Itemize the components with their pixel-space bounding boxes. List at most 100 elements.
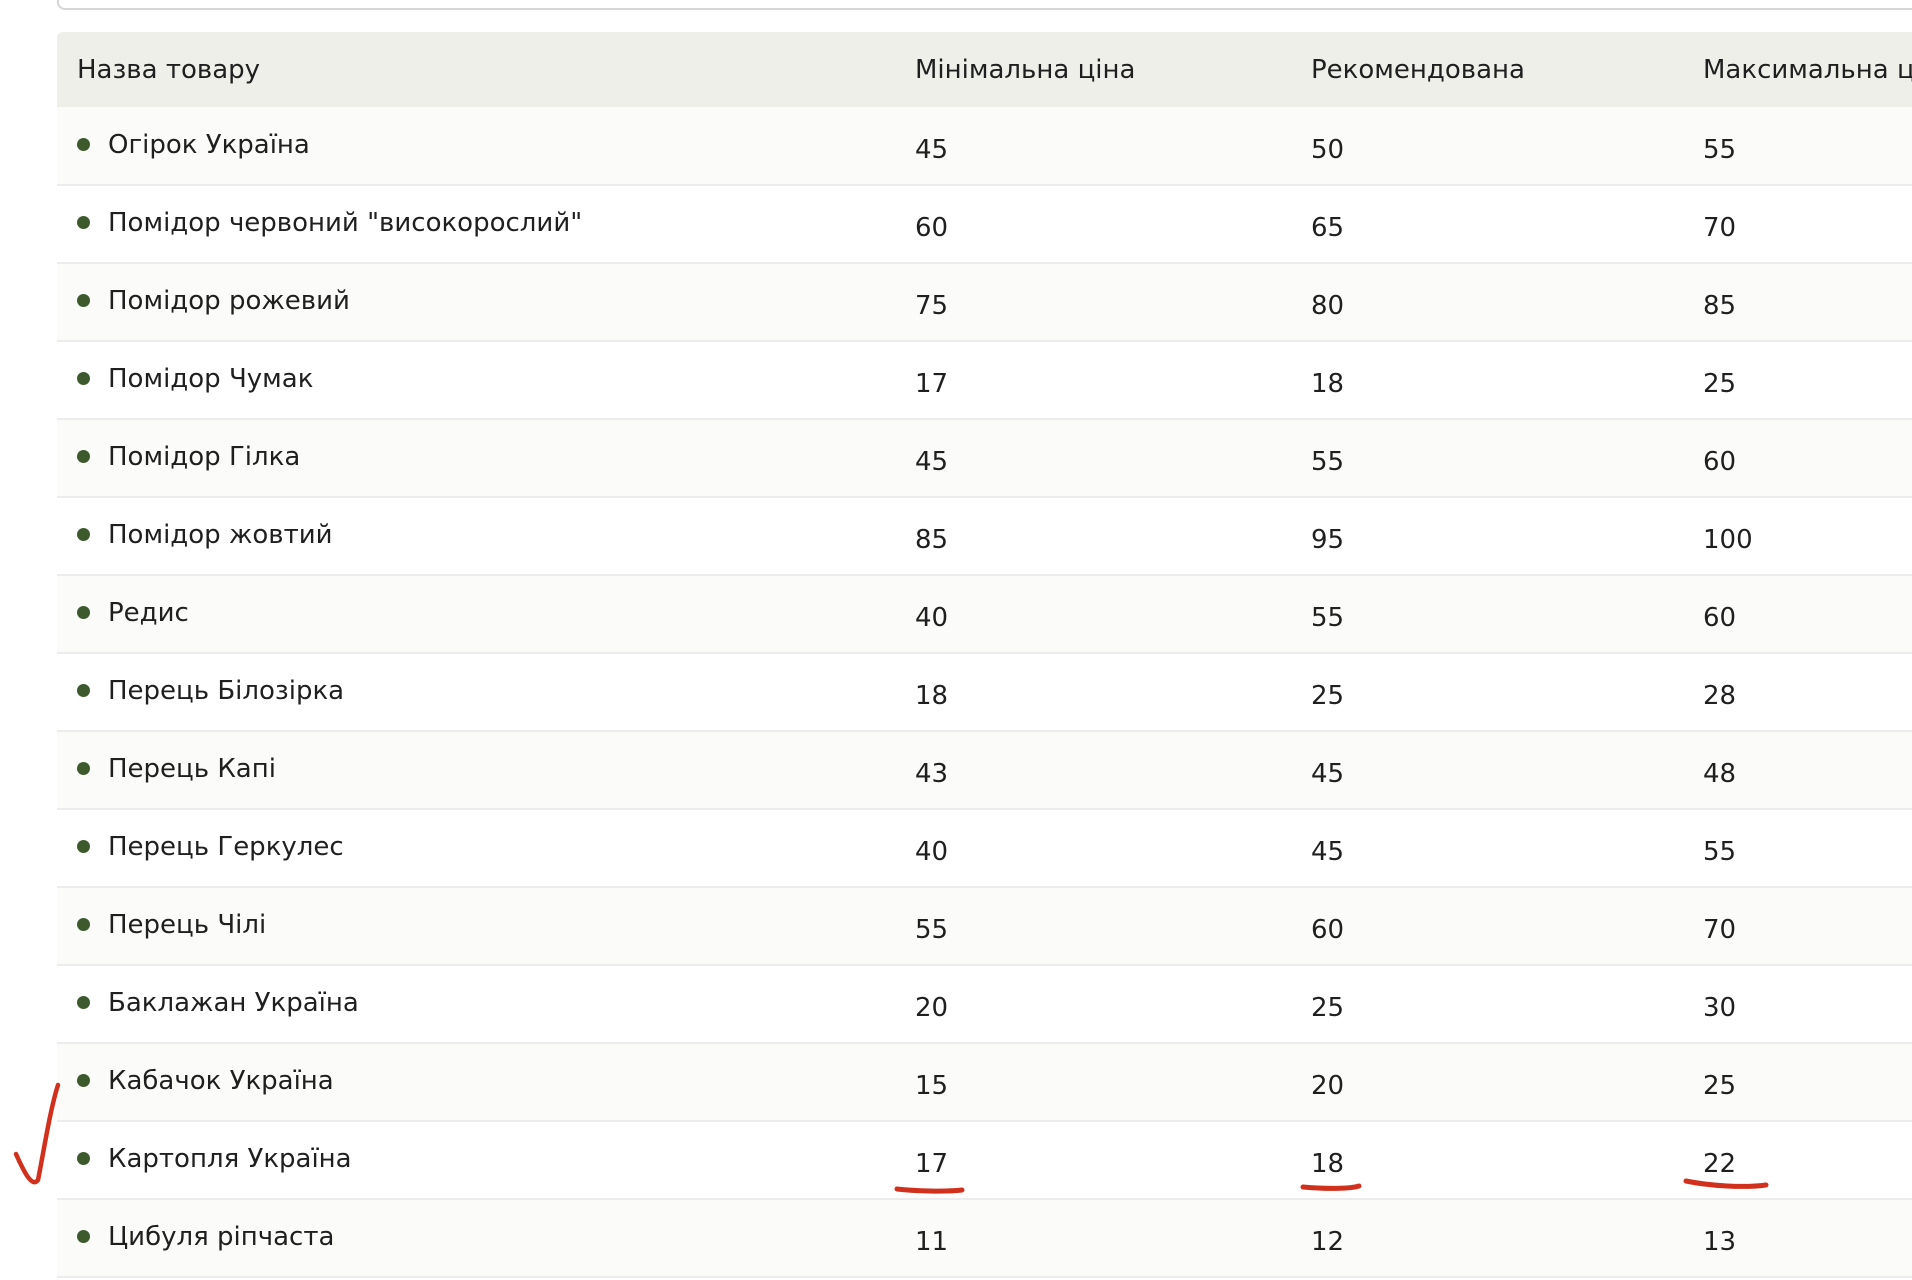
min-price-cell: 45	[895, 107, 1291, 186]
min-price-cell: 18	[895, 653, 1291, 732]
top-input-box[interactable]	[57, 0, 1912, 10]
bullet-dot-icon	[77, 372, 90, 385]
max-price-value: 13	[1703, 1227, 1737, 1257]
min-price-value: 11	[915, 1227, 949, 1257]
max-price-cell: 85	[1683, 263, 1912, 342]
bullet-dot-icon	[77, 1074, 90, 1087]
product-name: Помідор жовтий	[108, 520, 333, 550]
table-row: Цибуля ріпчаста 11 12 13	[57, 1199, 1912, 1278]
product-name-cell: Картопля Україна	[57, 1121, 895, 1200]
min-price-cell: 40	[895, 575, 1291, 654]
min-price-value: 40	[915, 603, 949, 633]
product-name: Перець Білозірка	[108, 676, 345, 706]
min-price-value: 45	[915, 447, 949, 477]
recommended-price-cell: 45	[1291, 809, 1683, 888]
product-name-cell: Перець Капі	[57, 731, 895, 810]
recommended-price-value: 25	[1311, 681, 1345, 711]
table-row: Редис 40 55 60	[57, 575, 1912, 654]
recommended-price-cell: 55	[1291, 575, 1683, 654]
table-row: Перець Капі 43 45 48	[57, 731, 1912, 810]
product-name: Редис	[108, 598, 189, 628]
recommended-price-value: 55	[1311, 447, 1345, 477]
max-price-cell: 60	[1683, 419, 1912, 498]
column-header-name: Назва товару	[57, 32, 895, 107]
min-price-value: 85	[915, 525, 949, 555]
min-price-value: 55	[915, 915, 949, 945]
recommended-price-value: 80	[1311, 291, 1345, 321]
product-name: Помідор Гілка	[108, 442, 301, 472]
max-price-cell: 55	[1683, 809, 1912, 888]
min-price-cell: 75	[895, 263, 1291, 342]
recommended-price-value: 50	[1311, 134, 1345, 165]
column-header-max-price: Максимальна ціна	[1683, 32, 1912, 107]
bullet-dot-icon	[77, 762, 90, 775]
min-price-cell: 85	[895, 497, 1291, 576]
min-price-value: 43	[915, 759, 949, 789]
bullet-dot-icon	[77, 1230, 90, 1243]
min-price-value: 20	[915, 993, 949, 1023]
max-price-value: 55	[1703, 837, 1737, 867]
column-header-recommended: Рекомендована	[1291, 32, 1683, 107]
product-name-cell: Огірок Україна	[57, 107, 895, 186]
product-name-cell: Редис	[57, 575, 895, 654]
product-name: Огірок Україна	[108, 129, 310, 160]
max-price-cell: 30	[1683, 965, 1912, 1044]
table-row: Картопля Україна 17 18 22	[57, 1121, 1912, 1200]
recommended-price-cell: 25	[1291, 653, 1683, 732]
recommended-price-value: 45	[1311, 837, 1345, 867]
min-price-value: 60	[915, 213, 949, 243]
recommended-price-value: 55	[1311, 603, 1345, 633]
min-price-value: 75	[915, 291, 949, 321]
min-price-cell: 60	[895, 185, 1291, 264]
min-price-value: 17	[915, 369, 949, 399]
min-price-cell: 55	[895, 887, 1291, 966]
table-row: Перець Геркулес 40 45 55	[57, 809, 1912, 888]
table-body: Огірок Україна 45 50 55 Помідор червоний "ви…	[57, 107, 1912, 1278]
product-name: Помідор червоний "високорослий"	[108, 208, 583, 238]
max-price-cell: 28	[1683, 653, 1912, 732]
product-name: Перець Чілі	[108, 910, 267, 940]
recommended-price-value: 20	[1311, 1071, 1345, 1101]
product-name: Кабачок Україна	[108, 1066, 334, 1096]
min-price-cell: 20	[895, 965, 1291, 1044]
recommended-price-value: 95	[1311, 525, 1345, 555]
recommended-price-cell: 60	[1291, 887, 1683, 966]
min-price-value: 45	[915, 134, 949, 165]
recommended-price-cell: 45	[1291, 731, 1683, 810]
product-name-cell: Перець Геркулес	[57, 809, 895, 888]
max-price-value: 60	[1703, 603, 1737, 633]
min-price-cell: 11	[895, 1199, 1291, 1278]
max-price-cell: 25	[1683, 341, 1912, 420]
product-name-cell: Баклажан Україна	[57, 965, 895, 1044]
page-viewport: Назва товару Мінімальна ціна Рекомендова…	[0, 0, 1912, 1280]
recommended-price-cell: 50	[1291, 107, 1683, 186]
recommended-price-cell: 12	[1291, 1199, 1683, 1278]
min-price-value: 40	[915, 837, 949, 867]
product-name: Картопля Україна	[108, 1144, 352, 1174]
recommended-price-cell: 25	[1291, 965, 1683, 1044]
product-name-cell: Помідор рожевий	[57, 263, 895, 342]
bullet-dot-icon	[77, 684, 90, 697]
product-name-cell: Помідор жовтий	[57, 497, 895, 576]
table-row: Помідор жовтий 85 95 100	[57, 497, 1912, 576]
max-price-cell: 25	[1683, 1043, 1912, 1122]
min-price-value: 17	[915, 1149, 949, 1179]
recommended-price-value: 18	[1311, 369, 1345, 399]
max-price-cell: 13	[1683, 1199, 1912, 1278]
min-price-cell: 43	[895, 731, 1291, 810]
recommended-price-value: 18	[1311, 1149, 1345, 1179]
product-name: Помідор Чумак	[108, 364, 314, 394]
bullet-dot-icon	[77, 528, 90, 541]
recommended-price-cell: 18	[1291, 1121, 1683, 1200]
table-row: Кабачок Україна 15 20 25	[57, 1043, 1912, 1122]
product-name-cell: Помідор Гілка	[57, 419, 895, 498]
price-table: Назва товару Мінімальна ціна Рекомендова…	[57, 32, 1912, 1278]
recommended-price-cell: 20	[1291, 1043, 1683, 1122]
recommended-price-value: 45	[1311, 759, 1345, 789]
max-price-value: 22	[1703, 1149, 1737, 1179]
product-name-cell: Помідор Чумак	[57, 341, 895, 420]
bullet-dot-icon	[77, 918, 90, 931]
recommended-price-cell: 18	[1291, 341, 1683, 420]
max-price-cell: 22	[1683, 1121, 1912, 1200]
bullet-dot-icon	[77, 1152, 90, 1165]
